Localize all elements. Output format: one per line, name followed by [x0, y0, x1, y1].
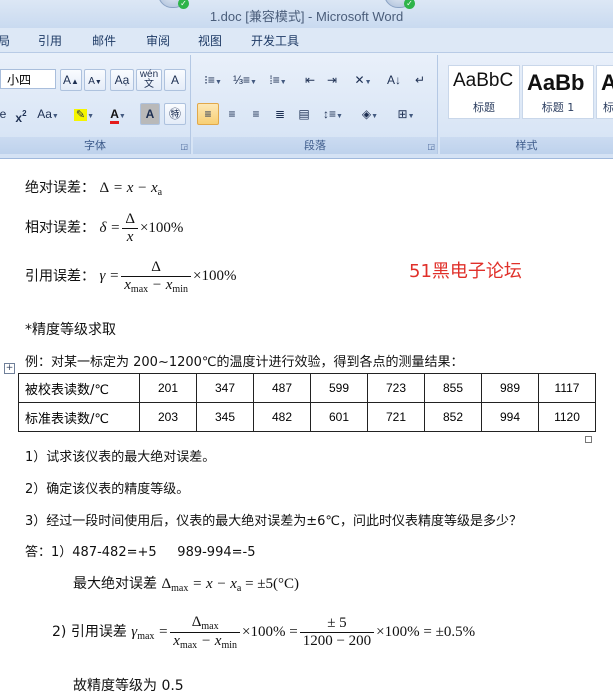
table-cell[interactable]: 599 — [310, 373, 368, 403]
table-row: 标准表读数/℃ 203 345 482 601 721 852 994 1120 — [18, 402, 596, 432]
font-group-label: 字体 — [0, 137, 190, 154]
table-resize-handle[interactable] — [585, 436, 592, 443]
table-cell[interactable]: 1117 — [538, 373, 596, 403]
table-cell[interactable]: 487 — [253, 373, 311, 403]
distribute-icon[interactable]: ▤ — [293, 103, 315, 125]
paragraph-group-label: 段落 — [193, 137, 437, 154]
row-header[interactable]: 标准表读数/℃ — [18, 402, 140, 432]
max-abs-error-label: 最大绝对误差 — [73, 576, 157, 592]
table-cell[interactable]: 989 — [481, 373, 539, 403]
table-cell[interactable]: 852 — [424, 402, 482, 432]
align-left-icon[interactable]: ≡ — [197, 103, 219, 125]
char-shading-icon[interactable]: A — [140, 103, 160, 125]
show-marks-icon[interactable]: ↵ — [409, 69, 431, 91]
ref-error-answer-formula: γmax = Δmax xmax − xmin ×100% = ± 5 1200 − 20… — [131, 614, 476, 651]
shrink-font-button[interactable]: A▼ — [84, 69, 106, 91]
table-cell[interactable]: 482 — [253, 402, 311, 432]
char-border-icon[interactable]: A — [164, 69, 186, 91]
ref-error-answer-label: 2) 引用误差 — [52, 623, 127, 640]
multilevel-list-button[interactable]: ⁞≡▼ — [261, 69, 295, 91]
table-cell[interactable]: 345 — [196, 402, 254, 432]
table-cell[interactable]: 1120 — [538, 402, 596, 432]
superscript-icon[interactable]: x2 — [10, 103, 32, 125]
precision-heading: *精度等级求取 — [25, 322, 116, 338]
decrease-indent-icon[interactable]: ⇤ — [299, 69, 321, 91]
tab-view[interactable]: 视图 — [198, 32, 222, 49]
align-right-icon[interactable]: ≡ — [245, 103, 267, 125]
ref-error-formula: γ = Δxmax − xmin ×100% — [99, 259, 237, 295]
rel-error-line: 相对误差： δ = Δx ×100% — [25, 211, 183, 246]
clear-format-icon[interactable]: Aạ — [110, 69, 134, 91]
document-page[interactable]: 绝对误差： Δ = x − xa 相对误差： δ = Δx ×100% 引用误差： … — [0, 159, 613, 694]
phonetic-guide-icon[interactable]: wén 文 — [136, 69, 162, 91]
align-center-icon[interactable]: ≡ — [221, 103, 243, 125]
tab-references[interactable]: 引用 — [38, 32, 62, 49]
dialog-launcher-icon[interactable]: ◲ — [427, 142, 435, 151]
tab-mailings[interactable]: 邮件 — [92, 32, 116, 49]
conclusion-text: 故精度等级为 0.5 — [73, 678, 184, 694]
table-move-handle-icon[interactable]: + — [4, 363, 15, 374]
font-group: 小四 A▲ A▼ Aạ wén 文 A e x2 Aa▼ ✎ ▼ A▼ A ㊕ 字体… — [0, 55, 191, 154]
ref-error-answer-line: 2) 引用误差 γmax = Δmax xmax − xmin ×100% = ± 51… — [52, 614, 475, 651]
highlight-color-button[interactable]: ✎ ▼ — [68, 103, 100, 125]
dialog-launcher-icon[interactable]: ◲ — [180, 142, 188, 151]
question-1: 1）试求该仪表的最大绝对误差。 — [25, 450, 216, 465]
tab-review[interactable]: 审阅 — [146, 32, 170, 49]
shading-button[interactable]: ◈▼ — [353, 103, 387, 125]
question-3: 3）经过一段时间使用后，仪表的最大绝对误差为±6℃，问此时仪表精度等级是多少？ — [25, 514, 523, 529]
rel-error-label: 相对误差： — [25, 219, 95, 236]
line-spacing-button[interactable]: ↕≡▼ — [317, 103, 349, 125]
table-cell[interactable]: 201 — [139, 373, 197, 403]
grow-font-button[interactable]: A▲ — [60, 69, 82, 91]
watermark-text: 51黑电子论坛 — [409, 261, 522, 282]
enclose-char-icon[interactable]: ㊕ — [164, 103, 186, 125]
font-size-select[interactable]: 小四 — [0, 69, 56, 89]
paragraph-group: ⁝≡▼ ⅓≡▼ ⁞≡▼ ⇤ ⇥ ✕▼ A↓ ↵ ≡ ≡ ≡ ≣ ▤ ↕≡▼ ◈▼… — [193, 55, 438, 154]
ribbon: 小四 A▲ A▼ Aạ wén 文 A e x2 Aa▼ ✎ ▼ A▼ A ㊕ 字体… — [0, 53, 613, 159]
numbering-button[interactable]: ⅓≡▼ — [229, 69, 261, 91]
chinese-layout-button[interactable]: ✕▼ — [347, 69, 379, 91]
sort-icon[interactable]: A↓ — [383, 69, 405, 91]
table-cell[interactable]: 723 — [367, 373, 425, 403]
rel-error-formula: δ = Δx ×100% — [99, 211, 184, 245]
table-cell[interactable]: 203 — [139, 402, 197, 432]
title-bar: ✓ ✓ 1.doc [兼容模式] - Microsoft Word — [0, 0, 613, 28]
table-cell[interactable]: 994 — [481, 402, 539, 432]
style-title[interactable]: AaBbC 标题 — [448, 65, 520, 119]
measurement-table[interactable]: 被校表读数/℃ 201 347 487 599 723 855 989 1117… — [18, 373, 596, 432]
ref-error-label: 引用误差： — [25, 268, 95, 285]
font-color-button[interactable]: A▼ — [102, 103, 134, 125]
max-abs-error-line: 最大绝对误差 Δmax = x − xa = ±5(°C) — [73, 573, 299, 594]
ribbon-tabs: 局 引用 邮件 审阅 视图 开发工具 — [0, 28, 613, 53]
table-cell[interactable]: 601 — [310, 402, 368, 432]
tab-layout[interactable]: 局 — [0, 32, 10, 49]
window-title: 1.doc [兼容模式] - Microsoft Word — [209, 9, 404, 24]
tab-developer[interactable]: 开发工具 — [251, 32, 299, 49]
question-2: 2）确定该仪表的精度等级。 — [25, 482, 190, 497]
table-cell[interactable]: 347 — [196, 373, 254, 403]
table-cell[interactable]: 721 — [367, 402, 425, 432]
style-heading-2[interactable]: A 标 — [596, 65, 613, 119]
subscript-icon[interactable]: e — [0, 103, 10, 125]
justify-icon[interactable]: ≣ — [269, 103, 291, 125]
increase-indent-icon[interactable]: ⇥ — [321, 69, 343, 91]
abs-error-line: 绝对误差： Δ = x − xa — [25, 177, 162, 198]
style-heading-1[interactable]: AaBb 标题 1 — [522, 65, 594, 119]
table-cell[interactable]: 855 — [424, 373, 482, 403]
abs-error-label: 绝对误差： — [25, 180, 95, 196]
answer-line: 答：1）487-482=+5 989-994=-5 — [25, 545, 256, 560]
borders-button[interactable]: ⊞▼ — [389, 103, 423, 125]
ref-error-line: 引用误差： γ = Δxmax − xmin ×100% — [25, 259, 236, 295]
styles-group: AaBbC 标题 AaBb 标题 1 A 标 样式 — [440, 55, 613, 154]
row-header[interactable]: 被校表读数/℃ — [18, 373, 140, 403]
example-text: 例：对某一标定为 200~1200℃的温度计进行效验，得到各点的测量结果： — [25, 355, 464, 370]
styles-group-label: 样式 — [440, 137, 613, 154]
table-row: 被校表读数/℃ 201 347 487 599 723 855 989 1117 — [18, 373, 596, 403]
bullets-button[interactable]: ⁝≡▼ — [197, 69, 229, 91]
change-case-button[interactable]: Aa▼ — [34, 103, 62, 125]
abs-error-formula: Δ = x − xa — [99, 180, 163, 198]
max-abs-error-formula: Δmax = x − xa = ±5(°C) — [161, 576, 300, 594]
